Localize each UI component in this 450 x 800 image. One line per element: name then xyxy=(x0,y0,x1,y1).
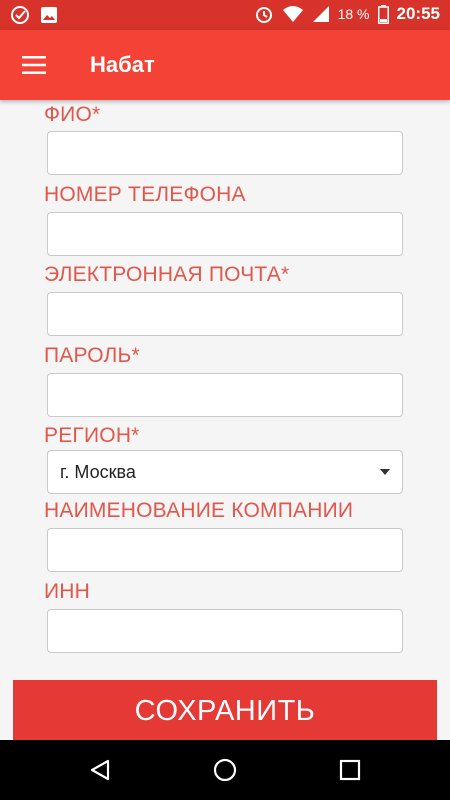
company-label: НАИМЕНОВАНИЕ КОМПАНИИ xyxy=(44,499,354,522)
phone-input[interactable] xyxy=(47,212,403,256)
email-input[interactable] xyxy=(47,292,403,336)
email-label: ЭЛЕКТРОННАЯ ПОЧТА* xyxy=(44,263,290,286)
recents-icon xyxy=(339,759,361,781)
app-bar: Набат xyxy=(0,30,450,100)
back-button[interactable] xyxy=(84,754,116,786)
navigation-bar xyxy=(0,740,450,800)
recents-button[interactable] xyxy=(334,754,366,786)
status-bar: 18 % 20:55 xyxy=(0,0,450,30)
region-select[interactable]: г. Москва xyxy=(47,450,403,494)
clock: 20:55 xyxy=(396,4,440,23)
signal-icon xyxy=(312,6,329,22)
battery-percent: 18 % xyxy=(337,6,370,22)
region-select-value: г. Москва xyxy=(60,461,136,482)
hamburger-menu-icon xyxy=(22,56,46,74)
region-label: РЕГИОН* xyxy=(44,424,140,447)
image-icon xyxy=(41,7,57,23)
fio-input[interactable] xyxy=(47,131,403,175)
save-button[interactable]: СОХРАНИТЬ xyxy=(13,680,437,742)
alarm-icon xyxy=(255,7,272,23)
fio-label: ФИО* xyxy=(44,103,101,126)
home-icon xyxy=(213,758,237,782)
company-input[interactable] xyxy=(47,528,403,572)
battery-icon xyxy=(377,4,389,24)
home-button[interactable] xyxy=(209,754,241,786)
password-input[interactable] xyxy=(47,373,403,417)
wifi-icon xyxy=(282,6,303,22)
password-label: ПАРОЛЬ* xyxy=(44,344,140,367)
back-icon xyxy=(90,759,110,781)
phone-label: НОМЕР ТЕЛЕФОНА xyxy=(44,183,246,206)
inn-input[interactable] xyxy=(47,609,403,653)
sberbank-icon xyxy=(11,6,29,24)
dropdown-caret-icon xyxy=(380,469,390,475)
inn-label: ИНН xyxy=(44,580,91,603)
app-title: Набат xyxy=(90,52,155,77)
menu-button[interactable] xyxy=(14,45,54,85)
